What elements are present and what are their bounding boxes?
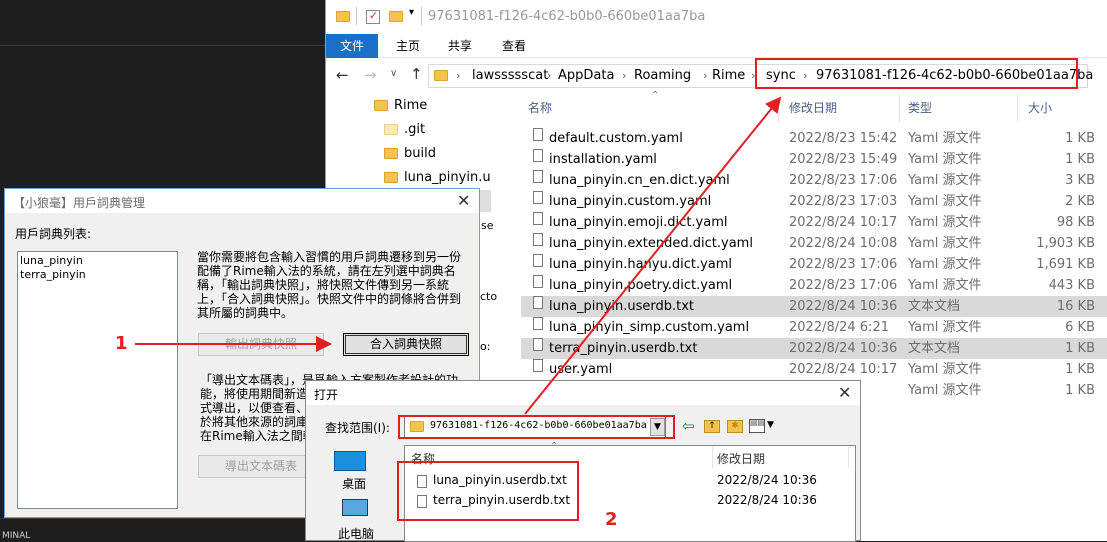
annotation-arrows xyxy=(135,96,782,415)
annotation-arrow-2 xyxy=(524,96,782,415)
